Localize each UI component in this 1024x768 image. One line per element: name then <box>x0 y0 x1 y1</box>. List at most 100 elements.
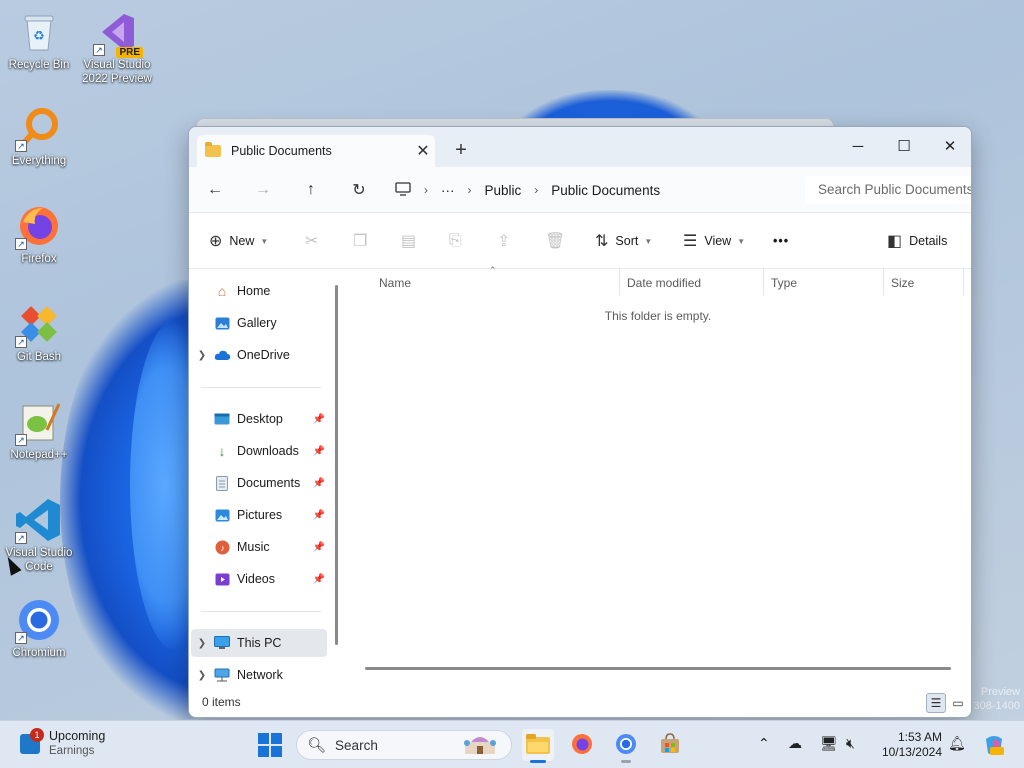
status-bar: 0 items ☰ ▭ <box>189 687 971 717</box>
clock[interactable]: 1:53 AM 10/13/2024 <box>872 730 942 760</box>
new-button[interactable]: ⊕ New ▼ <box>209 228 268 254</box>
breadcrumb-separator-icon[interactable]: › <box>468 183 472 197</box>
desktop-icon-everything[interactable]: ↗ Everything <box>0 104 78 168</box>
refresh-button[interactable]: ↻ <box>345 177 373 203</box>
chromium-icon: ↗ <box>15 596 63 644</box>
desktop-icon-firefox[interactable]: ↗ Firefox <box>0 202 78 266</box>
nav-item-home[interactable]: ⌂ Home <box>191 277 327 305</box>
shortcut-arrow-icon: ↗ <box>93 44 105 56</box>
column-header-date-modified[interactable]: Date modified <box>621 273 701 293</box>
chevron-down-icon: ▼ <box>737 236 746 246</box>
pin-icon: 📌 <box>312 477 325 489</box>
chevron-down-icon: ▼ <box>644 236 653 246</box>
nav-item-this-pc[interactable]: ❯ This PC <box>191 629 327 657</box>
pin-icon: 📌 <box>312 573 325 585</box>
breadcrumb-more-button[interactable]: ··· <box>441 183 455 198</box>
clock-date: 10/13/2024 <box>881 745 942 759</box>
volume-muted-icon[interactable]: 🔇︎ <box>846 735 855 752</box>
nav-item-onedrive[interactable]: ❯ OneDrive <box>191 341 327 369</box>
navigation-pane[interactable]: ⌂ Home Gallery ❯ OneDrive Desktop 📌 ↓ Do… <box>189 269 341 689</box>
chevron-right-icon[interactable]: ❯ <box>191 670 213 681</box>
copy-button[interactable]: ❐ <box>353 228 367 254</box>
notepadpp-icon: ↗ <box>15 398 63 446</box>
vscode-icon: ↗ <box>15 496 63 544</box>
desktop-icon-git-bash[interactable]: ↗ Git Bash <box>0 300 78 364</box>
column-divider[interactable] <box>883 269 884 295</box>
breadcrumb-item-public[interactable]: Public <box>485 183 522 198</box>
file-explorer-window[interactable]: Public Documents ✕ + ─ ☐ ✕ ← → ↑ ↻ › ···… <box>188 126 972 718</box>
taskbar-firefox[interactable] <box>566 729 598 761</box>
desktop-icon-notepadpp[interactable]: ↗ Notepad++ <box>0 398 78 462</box>
windows-logo-icon <box>258 733 269 744</box>
recycle-bin-icon: ♻ <box>15 8 63 56</box>
nav-item-pictures[interactable]: Pictures 📌 <box>191 501 327 529</box>
breadcrumb[interactable]: › ··· › Public › Public Documents <box>395 176 799 204</box>
chevron-up-icon[interactable]: ⌃ <box>758 735 770 752</box>
desktop-icon-label: Recycle Bin <box>8 59 70 71</box>
taskbar-search-box[interactable]: 🔍︎ Search <box>296 730 512 760</box>
desktop-icon-visual-studio[interactable]: PRE ↗ Visual Studio 2022 Preview <box>78 8 156 86</box>
widgets-button[interactable]: 1 Upcoming Earnings <box>20 728 105 759</box>
monitor-icon[interactable] <box>395 181 411 199</box>
taskbar-file-explorer[interactable] <box>522 729 554 763</box>
horizontal-scrollbar[interactable] <box>365 667 951 670</box>
rename-button[interactable]: ⎘ <box>449 228 462 254</box>
taskbar-store[interactable] <box>654 729 686 761</box>
start-button[interactable] <box>258 733 282 757</box>
nav-scrollbar[interactable] <box>335 285 338 645</box>
up-button[interactable]: ↑ <box>297 177 325 203</box>
chevron-down-icon: ▼ <box>260 236 269 246</box>
breadcrumb-separator-icon[interactable]: › <box>424 183 428 197</box>
delete-button[interactable]: 🗑 <box>545 228 565 254</box>
column-header-name[interactable]: Name <box>373 273 411 293</box>
notification-bell-icon[interactable]: 🔔︎ <box>948 735 966 752</box>
delete-icon: 🗑 <box>545 233 566 250</box>
nav-divider <box>201 611 321 612</box>
file-list[interactable]: Name ⌃ Date modified Type Size This fold… <box>345 265 971 689</box>
nav-item-videos[interactable]: Videos 📌 <box>191 565 327 593</box>
share-button[interactable]: ⇪ <box>497 228 510 254</box>
onedrive-offline-icon[interactable]: ☁ <box>788 735 802 752</box>
network-icon[interactable]: 🖥︎ <box>820 735 838 752</box>
back-button[interactable]: ← <box>201 177 229 203</box>
more-options-button[interactable]: ••• <box>773 228 789 254</box>
details-view-button[interactable]: ☰ <box>926 693 946 713</box>
close-tab-button[interactable]: ✕ <box>411 141 435 161</box>
paste-button[interactable]: ▤ <box>401 228 416 254</box>
chevron-right-icon[interactable]: ❯ <box>191 350 213 361</box>
title-bar[interactable]: Public Documents ✕ + ─ ☐ ✕ <box>189 127 971 167</box>
tiles-view-button[interactable]: ▭ <box>948 693 968 713</box>
column-divider[interactable] <box>619 269 620 295</box>
chevron-right-icon[interactable]: ❯ <box>191 638 213 649</box>
taskbar-chromium[interactable] <box>610 729 642 763</box>
nav-item-desktop[interactable]: Desktop 📌 <box>191 405 327 433</box>
maximize-button[interactable]: ☐ <box>881 131 927 161</box>
copilot-icon[interactable] <box>982 733 1006 760</box>
sort-button[interactable]: ⇅ Sort ▼ <box>595 228 652 254</box>
nav-item-gallery[interactable]: Gallery <box>191 309 327 337</box>
cut-button[interactable]: ✂ <box>305 228 318 254</box>
minimize-button[interactable]: ─ <box>835 131 881 161</box>
new-tab-button[interactable]: + <box>451 137 471 163</box>
tab-public-documents[interactable]: Public Documents ✕ <box>197 135 435 167</box>
desktop-icon-label: Chromium <box>12 647 66 659</box>
view-button[interactable]: ☰ View ▼ <box>683 228 745 254</box>
downloads-icon: ↓ <box>218 443 226 459</box>
breadcrumb-item-public-documents[interactable]: Public Documents <box>551 183 660 198</box>
column-divider[interactable] <box>763 269 764 295</box>
nav-item-documents[interactable]: Documents 📌 <box>191 469 327 497</box>
forward-button[interactable]: → <box>249 177 277 203</box>
breadcrumb-separator-icon[interactable]: › <box>534 183 538 197</box>
nav-item-network[interactable]: ❯ Network <box>191 661 327 689</box>
close-window-button[interactable]: ✕ <box>927 131 971 161</box>
search-input[interactable]: Search Public Documents <box>805 176 971 204</box>
nav-item-music[interactable]: ♪ Music 📌 <box>191 533 327 561</box>
column-header-type[interactable]: Type <box>765 273 797 293</box>
details-pane-button[interactable]: ◧ Details <box>887 228 947 254</box>
column-header-size[interactable]: Size <box>885 273 914 293</box>
desktop-icon-recycle-bin[interactable]: ♻ Recycle Bin <box>0 8 78 72</box>
paste-icon: ▤ <box>401 233 417 250</box>
desktop-icon-chromium[interactable]: ↗ Chromium <box>0 596 78 660</box>
nav-item-downloads[interactable]: ↓ Downloads 📌 <box>191 437 327 465</box>
column-divider[interactable] <box>963 269 964 295</box>
